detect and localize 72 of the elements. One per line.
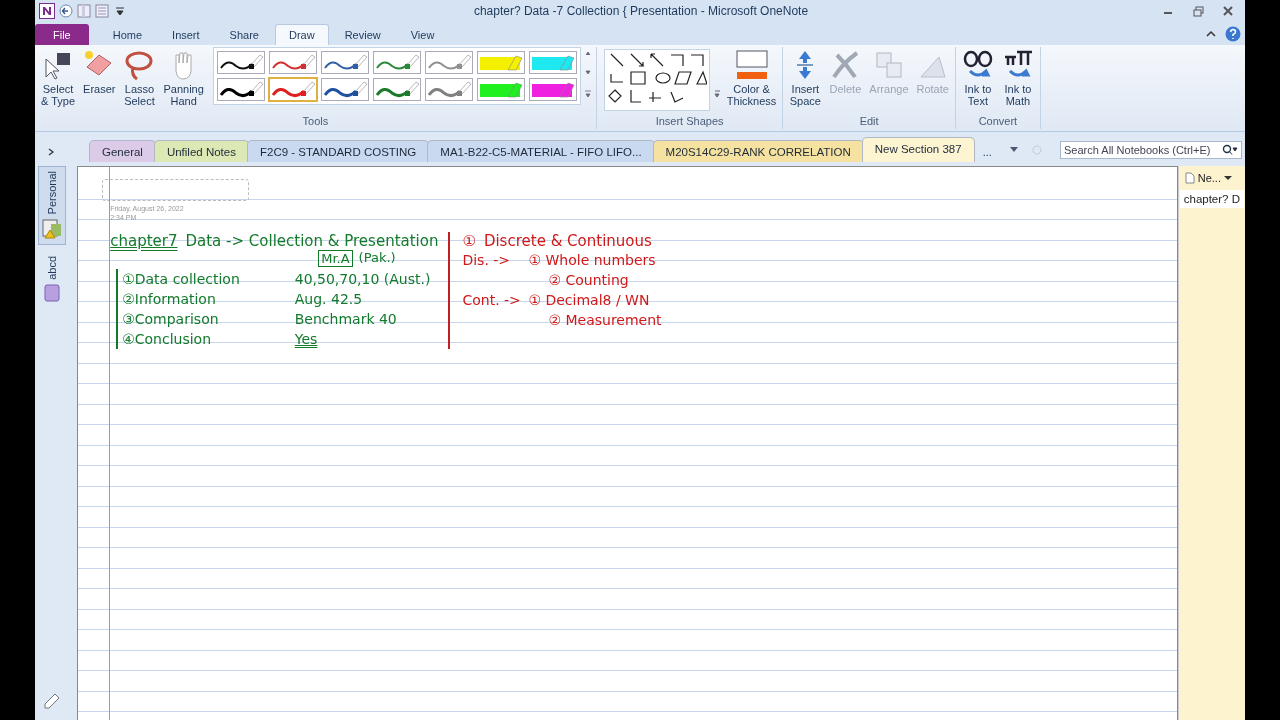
note-value: Aug. 42.5 <box>294 290 363 309</box>
search-field[interactable]: Search All Notebooks (Ctrl+E) <box>1060 141 1242 159</box>
back-icon[interactable] <box>59 4 73 18</box>
circled-number: ① <box>462 232 476 250</box>
note-heading: chapter7 <box>110 232 178 250</box>
shapes-gallery[interactable] <box>603 49 710 111</box>
section-tab[interactable]: MA1-B22-C5-MATERIAL - FIFO LIFO... <box>427 140 655 162</box>
customize-caret-icon[interactable] <box>113 4 127 18</box>
space-button[interactable]: Insert Space <box>786 47 825 109</box>
lasso-button[interactable]: Lasso Select <box>120 47 159 109</box>
page-icon <box>1184 172 1195 184</box>
group-label: Tools <box>301 115 330 129</box>
new-page-button[interactable]: Ne... <box>1178 170 1245 186</box>
note-value: Yes <box>294 330 318 349</box>
note-text: (Pak.) <box>358 250 396 267</box>
note-text: Decimal8 / WN <box>545 291 650 310</box>
section-tab[interactable]: F2C9 - STANDARD COSTING <box>246 140 430 162</box>
help-icon[interactable] <box>1225 26 1241 42</box>
onenote-logo-icon <box>39 3 55 19</box>
boxed-note: Mr.A <box>318 250 353 267</box>
ribbon-tab[interactable]: Share <box>215 24 273 45</box>
window-title: chapter? Data -7 Collection { Presentation - Microsoft OneNote <box>472 4 810 18</box>
note-text: Measurement <box>565 311 662 330</box>
section-tab[interactable]: Unfiled Notes <box>153 140 249 162</box>
ribbon-tab[interactable]: Home <box>98 24 157 45</box>
circled-number: ① <box>122 270 135 289</box>
notebook-sync-icon <box>41 218 64 241</box>
ribbon-tab[interactable]: Review <box>330 24 395 45</box>
note-value: 40,50,70,10 (Aust.) <box>294 270 431 289</box>
ribbon-tab[interactable]: Draw <box>274 24 329 45</box>
search-icon[interactable] <box>1222 144 1238 156</box>
math-button[interactable]: Ink to Math <box>998 47 1037 109</box>
note-text: Counting <box>565 271 629 290</box>
notebook-tab[interactable]: Personal <box>38 166 67 246</box>
hand-button[interactable]: Panning Hand <box>160 47 207 109</box>
note-text: Data collection <box>134 270 241 289</box>
note-heading: Data -> Collection & Presentation <box>185 232 439 250</box>
circled-number: ① <box>528 251 541 270</box>
select-button[interactable]: Select & Type <box>38 47 79 109</box>
ribbon-tab[interactable]: Insert <box>158 24 214 45</box>
color-thickness-icon <box>735 49 768 81</box>
page-tab[interactable]: chapter? D <box>1179 190 1244 208</box>
eraser-button[interactable]: Eraser <box>80 47 119 97</box>
color-thickness-button[interactable]: Color & Thickness <box>723 47 780 109</box>
note-value: Benchmark 40 <box>294 310 397 329</box>
ribbon-tab[interactable]: File <box>35 24 89 45</box>
note-label: Dis. -> <box>462 251 512 270</box>
section-tab[interactable]: M20S14C29-RANK CORRELATION <box>652 140 864 162</box>
circled-number: ③ <box>122 310 135 329</box>
notebook-tab[interactable]: abcd <box>40 251 65 308</box>
note-text: Comparison <box>134 310 220 329</box>
note-heading: Discrete & Continuous <box>483 232 652 250</box>
text-button[interactable]: Ink to Text <box>958 47 997 109</box>
circled-number: ② <box>548 271 561 290</box>
ribbon-tab[interactable]: View <box>396 24 449 45</box>
note-label: Cont. -> <box>462 291 522 310</box>
circled-number: ② <box>548 311 561 330</box>
group-label: Convert <box>977 115 1019 129</box>
circled-number: ② <box>122 290 135 309</box>
section-tab[interactable]: New Section 387 <box>861 137 975 162</box>
circled-number: ④ <box>122 330 135 349</box>
notebook-icon <box>43 284 62 303</box>
note-text: Conclusion <box>134 330 213 349</box>
circled-number: ① <box>528 291 541 310</box>
section-tab[interactable]: General <box>89 140 156 162</box>
more-sections-button[interactable]: ... <box>972 142 1002 162</box>
pen-cursor-icon <box>43 692 62 710</box>
note-text: Whole numbers <box>545 251 656 270</box>
caret-icon <box>1223 175 1232 181</box>
note-text: Information <box>134 290 217 309</box>
group-label: Insert Shapes <box>654 115 725 129</box>
group-label: Edit <box>858 115 880 129</box>
